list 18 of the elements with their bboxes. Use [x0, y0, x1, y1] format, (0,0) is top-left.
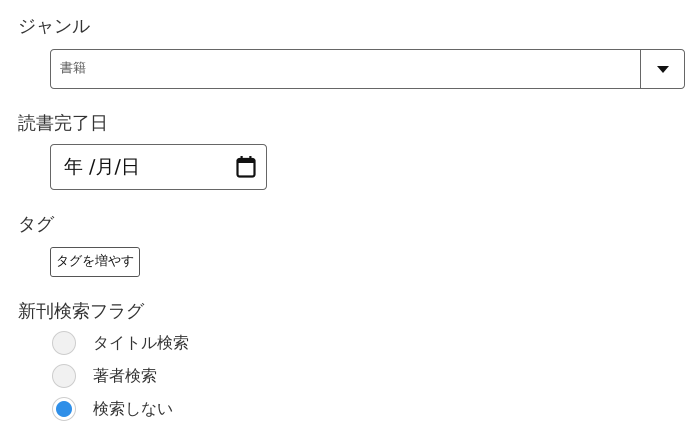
radio-label: 検索しない: [93, 398, 173, 420]
calendar-icon[interactable]: [236, 156, 256, 178]
date-placeholder: 年 /月/日: [64, 154, 140, 180]
field-label: 新刊検索フラグ: [18, 300, 144, 324]
radio-button[interactable]: [52, 364, 76, 388]
date-field[interactable]: 年 /月/日: [50, 144, 267, 190]
select-value: 書籍: [59, 60, 87, 78]
radio-label: 著者検索: [93, 365, 157, 387]
field-label: タグ: [18, 213, 54, 237]
add-tag-button[interactable]: タグを増やす: [50, 247, 140, 276]
field-label: ジャンル: [18, 15, 90, 39]
dropdown-button[interactable]: [640, 50, 684, 88]
radio-button[interactable]: [52, 331, 76, 355]
radio-button[interactable]: [52, 397, 76, 421]
select-field[interactable]: 書籍: [50, 49, 685, 89]
field-label: 読書完了日: [18, 112, 108, 136]
radio-label: タイトル検索: [93, 332, 189, 354]
caret-icon: [656, 66, 668, 72]
